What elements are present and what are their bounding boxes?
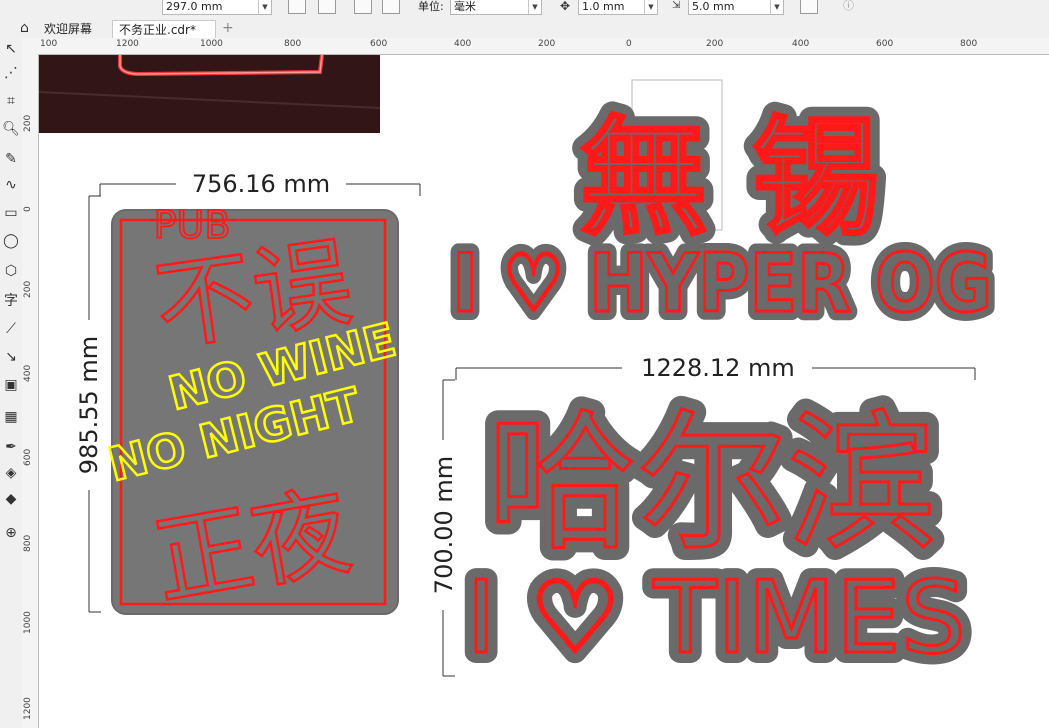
sign-bottom-right[interactable]: 1228.12 mm 700.00 mm 哈尔滨 哈尔滨 I ♡ TIMES I… <box>430 354 977 687</box>
en-text: I ♡ HYPER OG <box>452 237 992 330</box>
width-dimension-text: 1228.12 mm <box>641 354 795 382</box>
height-dimension-text: 700.00 mm <box>430 456 458 594</box>
height-dimension-text: 985.55 mm <box>75 336 103 474</box>
cn-text: 無 锡 <box>580 104 881 253</box>
canvas-artwork: 756.16 mm 985.55 mm PUB 不误 NO WINE NO NI… <box>38 54 1001 687</box>
sign-top-right[interactable]: 無 锡 無 锡 I ♡ HYPER OG I ♡ HYPER OG <box>443 93 1001 339</box>
width-dimension-text: 756.16 mm <box>192 170 330 198</box>
sign-left[interactable]: 756.16 mm 985.55 mm PUB 不误 NO WINE NO NI… <box>75 170 421 622</box>
en-text: I ♡ TIMES <box>466 559 966 676</box>
cn-text: 哈尔滨 <box>487 397 937 571</box>
pub-text: PUB <box>154 203 231 247</box>
reference-photo[interactable] <box>38 54 381 133</box>
